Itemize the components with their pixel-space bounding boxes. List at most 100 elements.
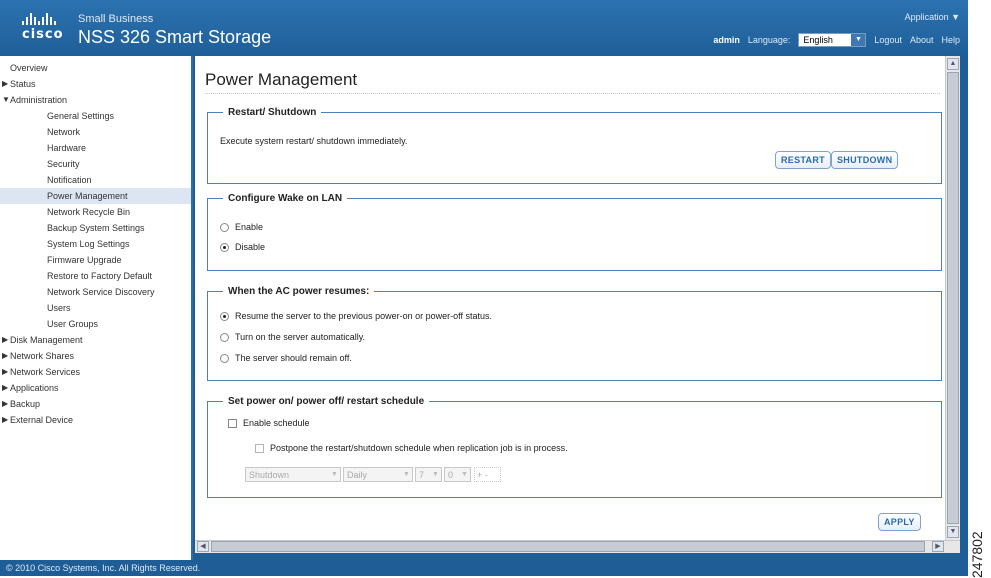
wol-disable-option[interactable]: Disable [220,242,265,252]
enable-schedule-checkbox[interactable] [228,418,237,428]
expand-arrow-icon: ▶ [2,383,9,392]
scroll-right-icon[interactable]: ▶ [932,541,944,552]
sidebar-item-network[interactable]: Network [0,124,191,140]
add-remove-schedule-button[interactable]: + - [474,467,501,482]
language-value: English [803,35,833,45]
sidebar-item-power-management[interactable]: Power Management [0,188,191,204]
ac-resume-radio[interactable] [220,311,229,321]
sidebar-item-hardware[interactable]: Hardware [0,140,191,156]
apply-button[interactable]: APPLY [878,513,921,531]
scroll-down-icon[interactable]: ▼ [947,526,959,538]
ac-remain-off-radio[interactable] [220,353,229,363]
main-content: Power Management Restart/ Shutdown Execu… [195,56,958,540]
postpone-option[interactable]: Postpone the restart/shutdown schedule w… [255,443,568,453]
sidebar-item-overview[interactable]: Overview [0,60,191,76]
ac-resume-label: Resume the server to the previous power-… [235,311,492,321]
schedule-frequency-value: Daily [347,469,368,480]
chevron-down-icon: ▼ [432,471,439,478]
footer: © 2010 Cisco Systems, Inc. All Rights Re… [0,560,968,576]
schedule-hour-select[interactable]: 7 ▼ [415,467,442,482]
scroll-up-icon[interactable]: ▲ [947,58,959,70]
expand-arrow-icon: ▶ [2,335,9,344]
schedule-frequency-select[interactable]: Daily ▼ [343,467,413,482]
expand-arrow-icon: ▶ [2,415,9,424]
sidebar-item-label: Network Services [10,367,81,377]
wol-enable-label: Enable [235,222,264,232]
logout-link[interactable]: Logout [874,35,902,45]
sidebar-item-security[interactable]: Security [0,156,191,172]
sidebar-item-label: External Device [10,415,74,425]
shutdown-button[interactable]: SHUTDOWN [831,151,899,169]
section-legend: Restart/ Shutdown [228,107,317,118]
ac-option-turn-on[interactable]: Turn on the server automatically. [220,332,365,342]
sidebar-item-label: Network Shares [10,351,75,361]
sidebar-item-network-service-discovery[interactable]: Network Service Discovery [0,284,191,300]
ac-option-resume[interactable]: Resume the server to the previous power-… [220,311,492,321]
about-link[interactable]: About [910,35,934,45]
sidebar-item-external-device[interactable]: ▶ External Device [0,412,191,428]
wol-enable-option[interactable]: Enable [220,222,263,232]
vertical-scrollbar[interactable]: ▲ ▼ [945,56,960,540]
scroll-left-icon[interactable]: ◀ [197,541,209,552]
section-legend: Set power on/ power off/ restart schedul… [228,396,425,407]
page-title: Power Management [205,70,358,89]
figure-number: 247802 [969,531,985,578]
sidebar-item-network-recycle-bin[interactable]: Network Recycle Bin [0,204,191,220]
scroll-thumb[interactable] [211,541,925,552]
sidebar-item-firmware-upgrade[interactable]: Firmware Upgrade [0,252,191,268]
wol-enable-radio[interactable] [220,222,229,232]
header-bar: cisco Small Business NSS 326 Smart Stora… [0,0,968,56]
application-menu[interactable]: Application ▼ [905,12,960,22]
sidebar-item-label: Status [10,79,36,89]
sidebar-item-status[interactable]: ▶ Status [0,76,191,92]
ac-option-remain-off[interactable]: The server should remain off. [220,353,352,363]
schedule-minute-value: 0 [448,469,454,480]
expand-arrow-icon: ▶ [2,79,9,88]
add-remove-symbol: + - [477,469,488,480]
ac-turn-on-radio[interactable] [220,332,229,342]
current-user: admin [713,35,740,45]
wol-disable-radio[interactable] [220,242,229,252]
chevron-down-icon: ▼ [331,471,338,478]
sidebar-item-applications[interactable]: ▶ Applications [0,380,191,396]
enable-schedule-label: Enable schedule [243,418,310,428]
sidebar-item-label: Backup [10,399,41,409]
sidebar-item-notification[interactable]: Notification [0,172,191,188]
wake-on-lan-section: Configure Wake on LAN [207,193,942,271]
sidebar-item-system-log-settings[interactable]: System Log Settings [0,236,191,252]
restart-button[interactable]: RESTART [775,151,831,169]
restart-description: Execute system restart/ shutdown immedia… [220,136,407,146]
sidebar-item-administration[interactable]: ▼ Administration [0,92,191,108]
ac-turn-on-label: Turn on the server automatically. [235,332,366,342]
help-link[interactable]: Help [941,35,960,45]
scroll-thumb[interactable] [947,72,959,524]
language-select[interactable]: English ▼ [798,33,867,47]
restart-description-text: Execute system restart/ shutdown immedia… [220,136,408,146]
chevron-down-icon: ▼ [851,34,866,46]
expand-arrow-icon: ▶ [2,351,9,360]
sidebar-item-label: Applications [10,383,59,393]
schedule-hour-value: 7 [419,469,425,480]
title-divider [205,93,940,94]
sidebar-item-network-shares[interactable]: ▶ Network Shares [0,348,191,364]
sidebar-item-label: Administration [10,95,68,105]
cisco-logo: cisco [22,13,68,42]
product-title: NSS 326 Smart Storage [78,27,272,47]
sidebar-item-users[interactable]: Users [0,300,191,316]
postpone-checkbox[interactable] [255,443,264,453]
sidebar-item-restore-factory-default[interactable]: Restore to Factory Default [0,268,191,284]
sidebar-item-backup[interactable]: ▶ Backup [0,396,191,412]
postpone-label: Postpone the restart/shutdown schedule w… [270,443,568,453]
sidebar-item-backup-system-settings[interactable]: Backup System Settings [0,220,191,236]
sidebar-item-network-services[interactable]: ▶ Network Services [0,364,191,380]
enable-schedule-option[interactable]: Enable schedule [228,418,310,428]
sidebar-item-user-groups[interactable]: User Groups [0,316,191,332]
sidebar-item-general-settings[interactable]: General Settings [0,108,191,124]
schedule-action-select[interactable]: Shutdown ▼ [245,467,341,482]
chevron-down-icon: ▼ [461,471,468,478]
sidebar-item-disk-management[interactable]: ▶ Disk Management [0,332,191,348]
schedule-minute-select[interactable]: 0 ▼ [444,467,471,482]
chevron-down-icon: ▼ [403,471,410,478]
sidebar-item-label: Disk Management [10,335,83,345]
horizontal-scrollbar[interactable]: ◀ ▶ [195,540,960,553]
